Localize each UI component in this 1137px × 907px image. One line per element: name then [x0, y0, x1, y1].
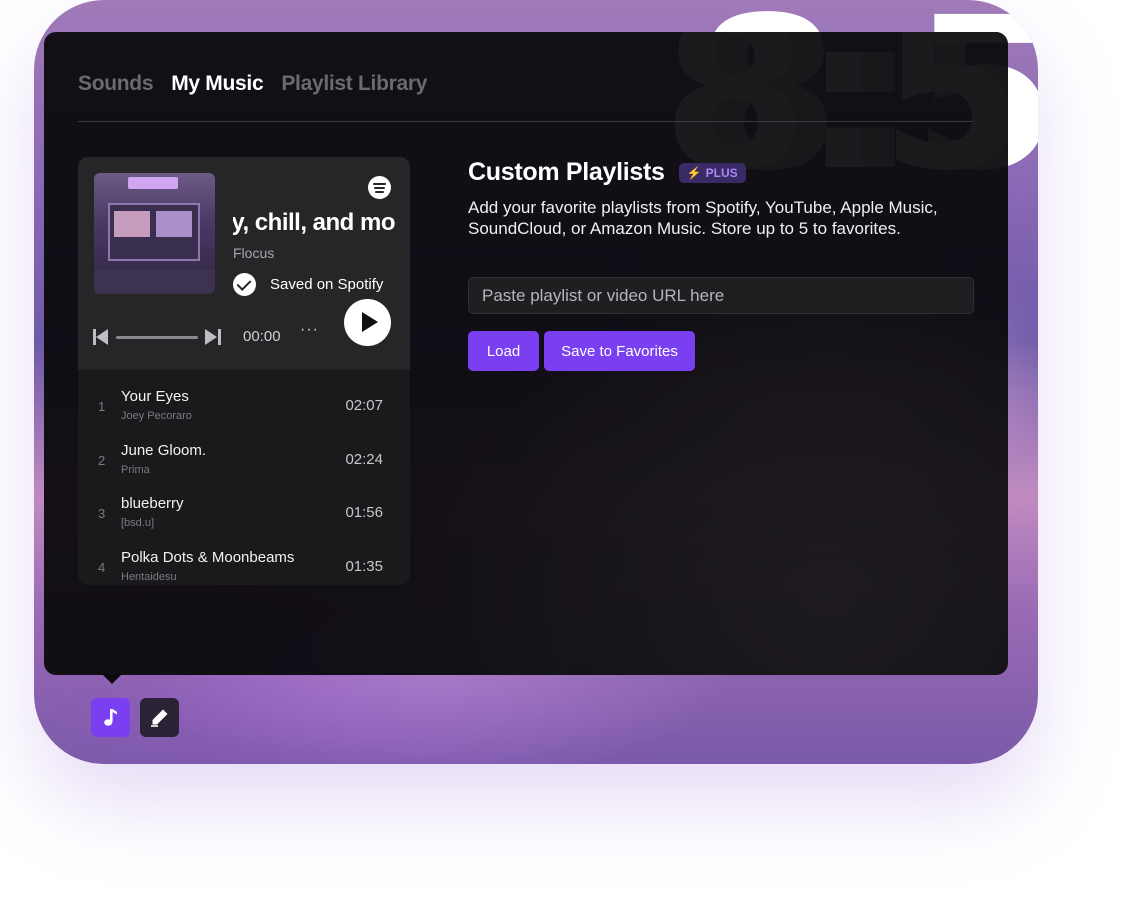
- playback-time: 00:00: [243, 328, 281, 345]
- spotify-icon[interactable]: [368, 176, 391, 199]
- track-artist: Prima: [121, 463, 150, 476]
- track-number: 3: [98, 506, 106, 521]
- track-artist: [bsd.u]: [121, 517, 155, 529]
- saved-on-spotify[interactable]: Saved on Spotify: [233, 273, 383, 296]
- track-artist: Joey Pecoraro: [121, 410, 192, 422]
- section-title: Custom Playlists: [468, 158, 665, 186]
- cover-street: [94, 269, 215, 294]
- previous-track-icon[interactable]: [93, 329, 109, 345]
- tab-sounds[interactable]: Sounds: [78, 72, 154, 96]
- track-duration: 01:35: [345, 557, 383, 575]
- tab-divider: [78, 121, 973, 122]
- playlist-title: y, chill, and mo: [233, 209, 395, 236]
- plus-badge-label: PLUS: [705, 165, 738, 180]
- track-duration: 01:56: [345, 504, 383, 521]
- panel-pointer: [102, 674, 122, 684]
- play-button[interactable]: [344, 299, 391, 346]
- track-row[interactable]: 4 Polka Dots & Moonbeams Hentaidesu 01:3…: [78, 544, 410, 586]
- track-artist: Hentaidesu: [121, 570, 177, 583]
- check-circle-icon: [233, 273, 256, 296]
- plus-badge: ⚡ PLUS: [678, 162, 746, 183]
- next-track-icon[interactable]: [205, 329, 221, 345]
- track-row[interactable]: 2 June Gloom. Prima 02:24: [78, 437, 410, 491]
- track-duration: 02:07: [345, 397, 383, 414]
- cover-window: [114, 211, 150, 237]
- lightning-icon: ⚡: [686, 165, 702, 180]
- track-number: 1: [98, 399, 106, 414]
- music-panel: 8:5 Sounds My Music Playlist Library y, …: [44, 32, 1008, 675]
- spotify-player-card: y, chill, and mo Flocus Saved on Spotify…: [78, 157, 410, 585]
- tab-bar: Sounds My Music Playlist Library: [78, 72, 427, 96]
- track-row[interactable]: 1 Your Eyes Joey Pecoraro 02:07: [78, 383, 410, 437]
- cover-window: [156, 211, 192, 237]
- track-number: 2: [98, 452, 106, 468]
- music-note-icon: [104, 709, 117, 726]
- section-description: Add your favorite playlists from Spotify…: [468, 198, 938, 238]
- pencil-icon: [151, 709, 168, 727]
- playlist-url-input[interactable]: [468, 277, 974, 314]
- track-list: 1 Your Eyes Joey Pecoraro 02:07 2 June G…: [78, 383, 410, 585]
- progress-slider[interactable]: [116, 336, 198, 339]
- edit-dock-button[interactable]: [140, 698, 179, 737]
- track-row[interactable]: 3 blueberry [bsd.u] 01:56: [78, 490, 410, 544]
- playlist-cover-image: [94, 173, 215, 294]
- load-button[interactable]: Load: [468, 331, 539, 371]
- music-dock-button[interactable]: [91, 698, 130, 737]
- custom-playlists-heading: Custom Playlists ⚡ PLUS: [468, 158, 746, 187]
- track-name: Your Eyes: [121, 388, 189, 405]
- playlist-owner: Flocus: [233, 245, 275, 261]
- track-number: 4: [98, 559, 106, 575]
- player-header: y, chill, and mo Flocus Saved on Spotify…: [78, 157, 410, 370]
- more-options-icon[interactable]: ···: [300, 321, 319, 339]
- track-name: Polka Dots & Moonbeams: [121, 548, 295, 566]
- track-name: blueberry: [121, 495, 184, 512]
- track-name: June Gloom.: [121, 441, 207, 459]
- tab-playlist-library[interactable]: Playlist Library: [281, 72, 427, 96]
- tab-my-music[interactable]: My Music: [171, 72, 263, 96]
- save-to-favorites-button[interactable]: Save to Favorites: [544, 331, 695, 371]
- cover-sign: [128, 177, 178, 189]
- track-duration: 02:24: [345, 450, 383, 468]
- saved-label: Saved on Spotify: [270, 276, 384, 293]
